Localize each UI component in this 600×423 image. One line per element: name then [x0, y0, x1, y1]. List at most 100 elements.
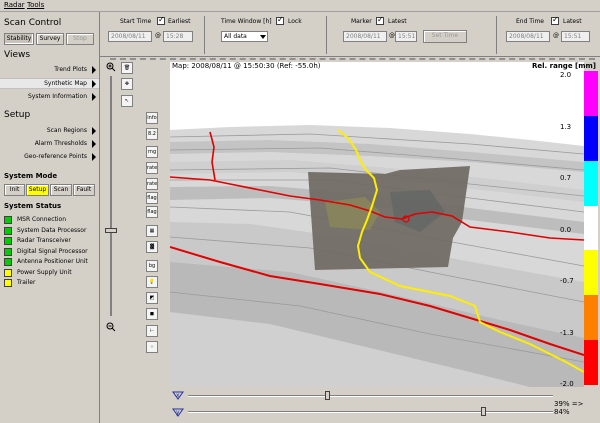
menu-radar[interactable]: Radar [4, 1, 25, 9]
left-panel: Scan Control Stability Survey Stop Views… [0, 12, 100, 423]
terrain-render [170, 62, 584, 387]
grid-icon[interactable]: ▦ [146, 225, 158, 237]
range-color-legend [584, 71, 598, 385]
start-time-label: Start Time [120, 18, 152, 25]
legend-swatch [584, 71, 598, 116]
nav-system-information[interactable]: System Information [28, 93, 87, 100]
mode-init-button[interactable]: Init [4, 184, 25, 196]
status-label: Antenna Positioner Unit [17, 258, 88, 265]
marker-latest-checkbox[interactable] [376, 15, 384, 25]
points-icon[interactable]: ⁘ [146, 341, 158, 353]
horizontal-slider-1-thumb[interactable] [325, 391, 330, 400]
rotate-x-icon[interactable]: x [171, 389, 185, 401]
rel-rng-icon[interactable]: rng [146, 146, 158, 158]
scan-control-heading: Scan Control [4, 18, 62, 28]
legend-label: -0.7 [560, 277, 574, 285]
range-title: Rel. range [mm] [532, 62, 596, 70]
nav-synthetic-map[interactable]: Synthetic Map [44, 80, 87, 87]
nav-alarm-thresholds[interactable]: Alarm Thresholds [35, 140, 87, 147]
status-indicator [4, 237, 12, 245]
cube-icon[interactable]: ◼ [146, 308, 158, 320]
start-date-field[interactable]: 2008/08/11 [108, 31, 152, 42]
earliest-checkbox[interactable] [157, 15, 165, 25]
nav-scan-regions[interactable]: Scan Regions [47, 127, 87, 134]
end-time-field[interactable]: 15:51 [561, 31, 590, 42]
separator [326, 16, 327, 54]
mode-scan-button[interactable]: Scan [50, 184, 72, 196]
end-at-label: @ [553, 32, 559, 39]
end-date-field[interactable]: 2008/08/11 [506, 31, 550, 42]
marker-date-field[interactable]: 2008/08/11 [343, 31, 387, 42]
end-latest-label: Latest [563, 18, 582, 25]
marker-latest-label: Latest [388, 18, 407, 25]
mode-fault-button[interactable]: Fault [73, 184, 95, 196]
mode-setup-button[interactable]: Setup [26, 184, 49, 196]
start-time-field[interactable]: 15:28 [163, 31, 193, 42]
status-label: Digital Signal Processor [17, 247, 88, 255]
end-time-label: End Time [516, 18, 544, 25]
lock-checkbox[interactable] [276, 15, 284, 25]
marker-time-field[interactable]: 15:51 [395, 31, 417, 42]
menu-bar: Radar Tools [0, 0, 600, 12]
scale-icon[interactable]: 8.2 [146, 128, 158, 140]
survey-button[interactable]: Survey [36, 33, 64, 45]
bg-icon[interactable]: bg [146, 260, 158, 272]
axis-icon[interactable]: ⊢ [146, 325, 158, 337]
move-icon[interactable]: ✥ [121, 78, 133, 90]
nav-trend-plots[interactable]: Trend Plots [54, 66, 87, 73]
stability-button[interactable]: Stability [4, 33, 34, 45]
chevron-right-icon [92, 140, 96, 148]
shade-icon[interactable]: ◩ [146, 292, 158, 304]
flag-icon[interactable]: flag [146, 192, 158, 204]
legend-label: -2.0 [560, 380, 574, 388]
status-indicator [4, 279, 12, 287]
chevron-right-icon [92, 153, 96, 161]
legend-swatch [584, 250, 598, 296]
legend-label: -1.3 [560, 328, 574, 337]
splitter[interactable] [110, 58, 595, 60]
legend-label: 0.7 [560, 174, 572, 182]
map-title: Map: 2008/08/11 @ 15:50:30 (Ref: -55.0h) [172, 62, 321, 70]
status-indicator [4, 226, 12, 235]
system-status-heading: System Status [4, 202, 62, 210]
zoom-readout: 39% => 84% [554, 400, 584, 416]
chevron-right-icon [92, 66, 96, 74]
status-indicator [4, 216, 12, 224]
trash-icon[interactable]: 🗑 [121, 62, 133, 74]
zoom-out-icon[interactable] [106, 322, 116, 332]
legend-label: 2.0 [560, 71, 572, 79]
time-controls: Start Time Earliest 2008/08/11 @ 15:28 T… [100, 12, 600, 57]
zoom-slider-thumb[interactable] [105, 228, 117, 233]
chevron-down-icon [260, 35, 266, 39]
legend-label: 1.3 [560, 122, 572, 131]
rotate-y-icon[interactable]: y [171, 406, 185, 418]
svg-text:y: y [176, 409, 180, 416]
light-icon[interactable]: 💡 [146, 276, 158, 288]
status-label: Radar Transceiver [17, 237, 71, 244]
zoom-in-icon[interactable] [106, 62, 116, 72]
horizontal-slider-2-thumb[interactable] [481, 407, 486, 416]
status-indicator [4, 258, 12, 266]
cursor-icon[interactable]: ↖ [121, 95, 133, 107]
setup-heading: Setup [4, 110, 31, 120]
set-time-button[interactable]: Set Time [423, 30, 467, 43]
horizontal-slider-2[interactable] [188, 411, 553, 413]
rate-vis-icon[interactable]: rate [146, 178, 158, 190]
info-icon[interactable]: info [146, 112, 158, 124]
horizontal-slider-1[interactable] [188, 395, 553, 397]
zoom-slider-track[interactable] [110, 76, 112, 316]
synthetic-map-view[interactable] [170, 62, 584, 387]
stop-button[interactable]: Stop [66, 33, 94, 45]
status-indicator [4, 247, 12, 256]
rate-icon[interactable]: rate [146, 162, 158, 174]
texture-icon[interactable]: ▓ [146, 241, 158, 253]
time-window-label: Time Window [h] [221, 18, 272, 25]
separator [204, 16, 205, 54]
flag2-icon[interactable]: flag [146, 206, 158, 218]
menu-tools[interactable]: Tools [27, 1, 44, 9]
legend-swatch [584, 160, 598, 206]
end-latest-checkbox[interactable] [551, 15, 559, 25]
legend-label: 0.0 [560, 225, 572, 234]
nav-geo-reference-points[interactable]: Geo-reference Points [24, 153, 87, 160]
legend-swatch [584, 340, 598, 385]
